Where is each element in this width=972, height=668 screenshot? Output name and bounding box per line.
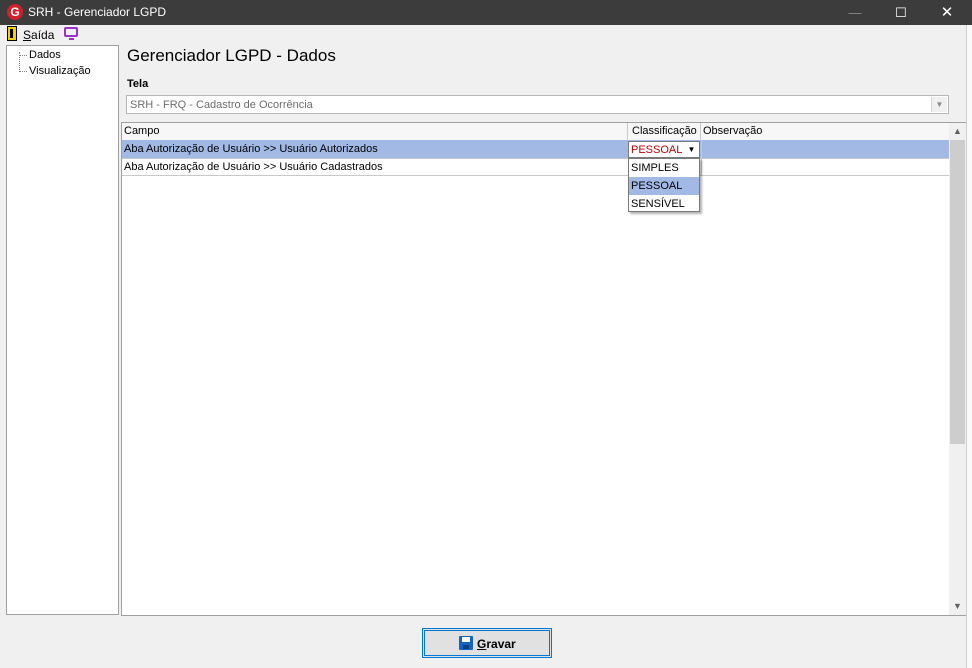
cell-observacao[interactable] xyxy=(701,158,950,176)
dropdown-option-pessoal[interactable]: PESSOAL xyxy=(629,177,699,195)
navigation-tree: Dados Visualização xyxy=(6,45,119,615)
dropdown-option-sensivel[interactable]: SENSÍVEL xyxy=(629,195,699,213)
scroll-up-icon[interactable]: ▲ xyxy=(949,123,966,140)
chevron-down-icon[interactable]: ▼ xyxy=(931,97,947,112)
close-button[interactable]: ✕ xyxy=(924,0,970,25)
tela-label: Tela xyxy=(127,78,149,90)
tree-connector xyxy=(19,71,27,72)
minimize-button[interactable]: — xyxy=(832,0,878,25)
scroll-thumb[interactable] xyxy=(950,140,965,444)
classificacao-combo[interactable]: PESSOAL ▼ xyxy=(628,141,700,158)
column-divider xyxy=(701,140,702,176)
table-row[interactable]: Aba Autorização de Usuário >> Usuário Ca… xyxy=(122,158,950,176)
maximize-button[interactable]: ☐ xyxy=(878,0,924,25)
column-header-classificacao[interactable]: Classificação xyxy=(628,123,701,140)
gravar-mnemonic: G xyxy=(477,637,487,651)
tree-connector xyxy=(19,55,27,56)
cell-campo: Aba Autorização de Usuário >> Usuário Ca… xyxy=(124,161,383,173)
page-title: Gerenciador LGPD - Dados xyxy=(127,46,336,65)
cell-campo: Aba Autorização de Usuário >> Usuário Au… xyxy=(124,143,378,155)
grid-header: Campo Classificação Observação xyxy=(122,123,950,141)
dropdown-option-simples[interactable]: SIMPLES xyxy=(629,159,699,177)
tree-item-visualizacao[interactable]: Visualização xyxy=(29,65,91,77)
floppy-disk-icon xyxy=(459,636,473,650)
window-title: SRH - Gerenciador LGPD xyxy=(28,5,167,19)
monitor-icon[interactable] xyxy=(64,27,78,40)
title-bar: G SRH - Gerenciador LGPD — ☐ ✕ xyxy=(0,0,972,25)
classificacao-dropdown: SIMPLES PESSOAL SENSÍVEL xyxy=(628,158,700,212)
cell-observacao[interactable] xyxy=(701,140,950,158)
classificacao-combo-value: PESSOAL xyxy=(631,144,683,156)
menu-saida-label: aída xyxy=(31,28,55,42)
gravar-button-label: Gravar xyxy=(477,637,516,651)
tela-select[interactable]: SRH - FRQ - Cadastro de Ocorrência ▼ xyxy=(126,95,949,114)
menu-saida[interactable]: Saída xyxy=(23,28,54,42)
window-edge xyxy=(966,25,972,668)
column-header-campo[interactable]: Campo xyxy=(122,123,628,140)
vertical-scrollbar[interactable]: ▲ ▼ xyxy=(949,123,966,615)
chevron-down-icon[interactable]: ▼ xyxy=(684,142,699,157)
tela-select-value: SRH - FRQ - Cadastro de Ocorrência xyxy=(130,99,313,111)
gravar-label-rest: ravar xyxy=(486,637,516,651)
column-header-observacao[interactable]: Observação xyxy=(701,123,950,140)
tree-item-dados[interactable]: Dados xyxy=(29,49,61,61)
fields-grid: Campo Classificação Observação Aba Autor… xyxy=(121,122,967,616)
exit-door-icon[interactable] xyxy=(7,26,17,41)
app-logo-icon: G xyxy=(7,4,23,20)
menu-saida-mnemonic: S xyxy=(23,28,32,42)
row-divider xyxy=(122,175,950,176)
table-row[interactable]: Aba Autorização de Usuário >> Usuário Au… xyxy=(122,140,950,158)
gravar-button[interactable]: Gravar xyxy=(422,628,552,658)
scroll-down-icon[interactable]: ▼ xyxy=(949,598,966,615)
menu-bar: Saída xyxy=(0,25,966,44)
